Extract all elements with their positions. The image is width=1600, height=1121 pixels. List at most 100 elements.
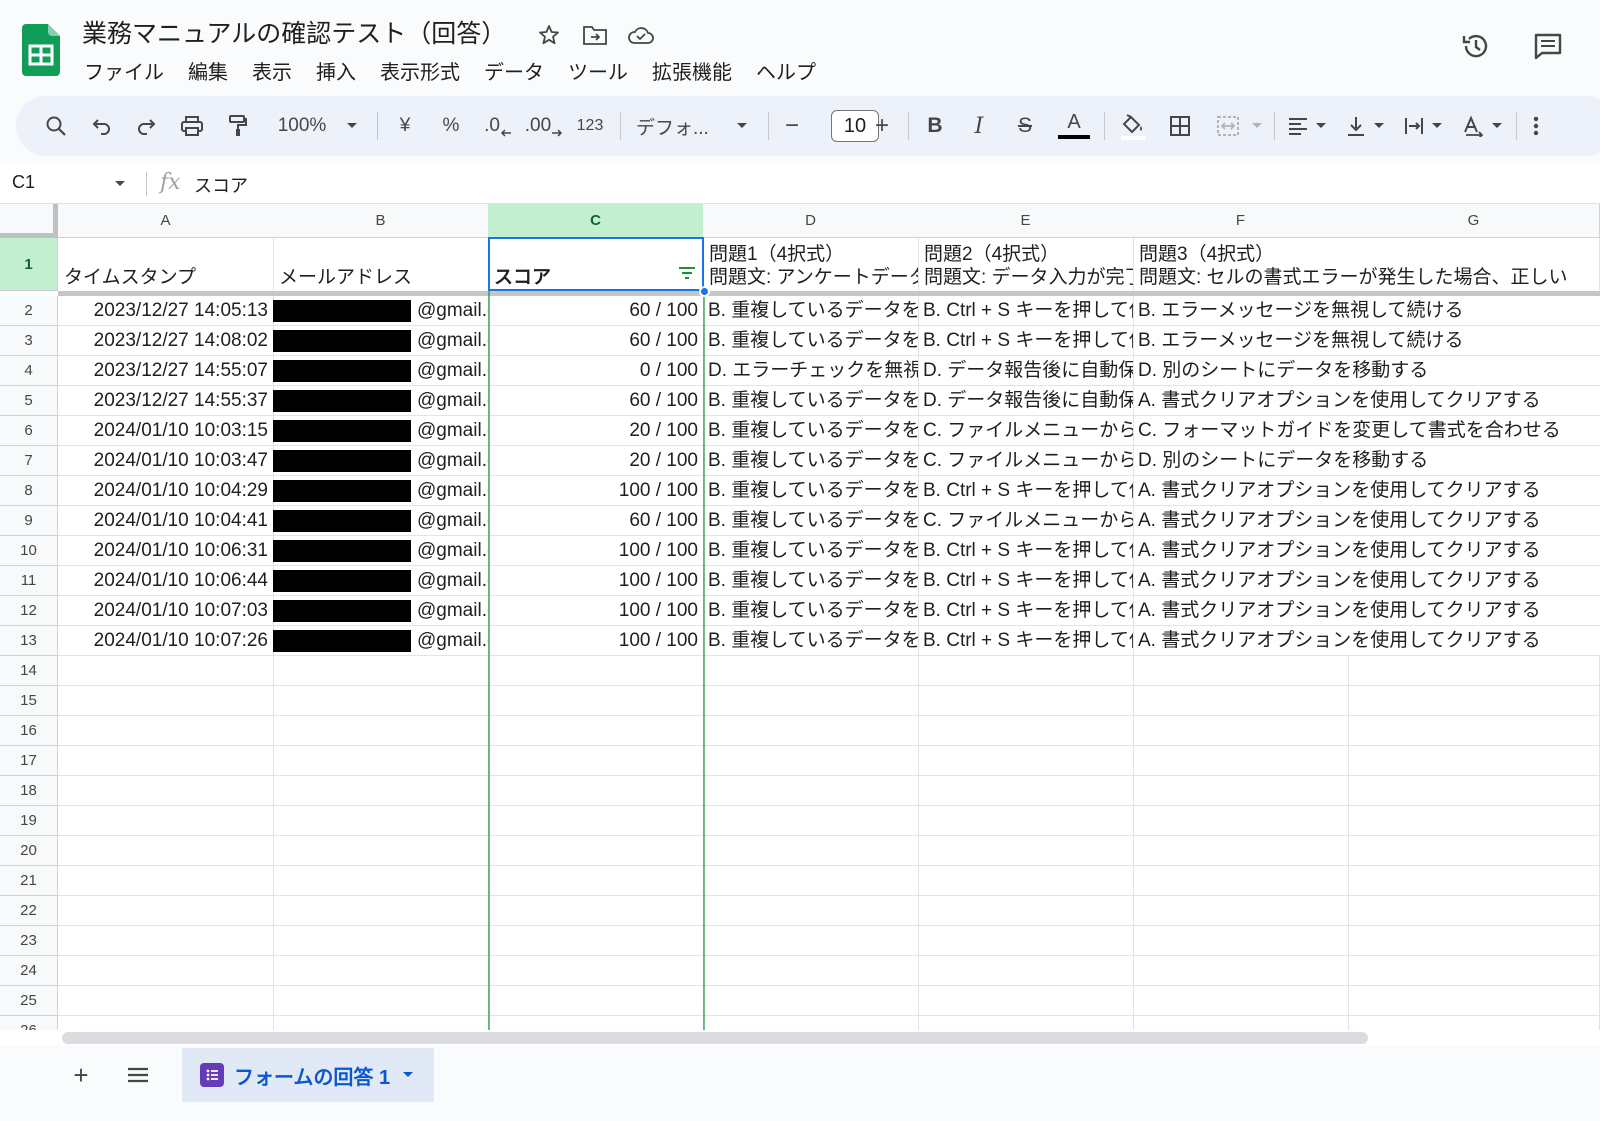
empty-cell[interactable] [488,866,704,896]
row-header[interactable]: 11 [0,566,58,596]
empty-cell[interactable] [488,986,704,1016]
empty-cell[interactable] [1133,926,1349,956]
row-header[interactable]: 24 [0,956,58,986]
cell-a[interactable]: 2023/12/27 14:55:07 [58,356,274,386]
column-header-a[interactable]: A [58,204,274,238]
cell-d[interactable]: D. エラーチェックを無視 [703,356,919,386]
cell-f[interactable]: A. 書式クリアオプションを使用してクリアする [1133,596,1600,626]
empty-cell[interactable] [273,986,489,1016]
cell-a[interactable]: 2024/01/10 10:06:44 [58,566,274,596]
row-header[interactable]: 20 [0,836,58,866]
row-header[interactable]: 4 [0,356,58,386]
zoom-select[interactable]: 100% [270,108,334,144]
text-rotation-icon[interactable] [1456,108,1492,144]
row-header[interactable]: 19 [0,806,58,836]
empty-cell[interactable] [58,986,274,1016]
cell-e[interactable]: C. ファイルメニューから [918,506,1134,536]
empty-cell[interactable] [1133,656,1349,686]
empty-cell[interactable] [703,986,919,1016]
empty-cell[interactable] [918,956,1134,986]
empty-cell[interactable] [703,716,919,746]
cell-a[interactable]: 2024/01/10 10:03:15 [58,416,274,446]
empty-cell[interactable] [1133,686,1349,716]
empty-cell[interactable] [58,866,274,896]
empty-cell[interactable] [1133,776,1349,806]
row-header[interactable]: 18 [0,776,58,806]
row-header[interactable]: 23 [0,926,58,956]
print-icon[interactable] [174,108,210,144]
cell-d[interactable]: B. 重複しているデータを [703,326,919,356]
document-title[interactable]: 業務マニュアルの確認テスト（回答） [82,14,506,50]
merge-cells-icon[interactable] [1210,108,1246,144]
cell-d[interactable]: B. 重複しているデータを [703,296,919,326]
vertical-align-icon[interactable] [1338,108,1374,144]
row-header-1[interactable]: 1 [0,238,58,291]
column-header-f[interactable]: F [1133,204,1349,238]
halign-caret-icon[interactable] [1312,108,1330,144]
cell-a[interactable]: 2024/01/10 10:07:26 [58,626,274,656]
text-color-button[interactable]: A [1054,108,1094,144]
empty-cell[interactable] [918,1016,1134,1030]
column-header-e[interactable]: E [918,204,1134,238]
font-select[interactable]: デフォ... [636,108,716,144]
empty-cell[interactable] [488,686,704,716]
menu-help[interactable]: ヘルプ [744,54,828,84]
cell-f[interactable]: A. 書式クリアオプションを使用してクリアする [1133,626,1600,656]
cell-f[interactable]: B. エラーメッセージを無視して続ける [1133,296,1600,326]
zoom-caret-icon[interactable] [340,108,364,144]
percent-format-button[interactable]: % [436,108,466,144]
empty-cell[interactable] [273,716,489,746]
cell-e[interactable]: C. ファイルメニューから [918,416,1134,446]
row-header[interactable]: 10 [0,536,58,566]
comments-icon[interactable] [1528,26,1568,66]
cell-f[interactable]: D. 別のシートにデータを移動する [1133,446,1600,476]
menu-tools[interactable]: ツール [556,54,640,84]
menu-insert[interactable]: 挿入 [304,54,368,84]
column-header-d[interactable]: D [703,204,919,238]
horizontal-scrollbar-thumb[interactable] [62,1032,1368,1044]
row-header[interactable]: 3 [0,326,58,356]
cell-e[interactable]: B. Ctrl + S キーを押して保 [918,296,1134,326]
column-header-b[interactable]: B [273,204,489,238]
empty-cell[interactable] [488,896,704,926]
cell-c[interactable]: 100 / 100 [488,476,704,506]
name-box-caret-icon[interactable] [114,180,126,188]
cell-a[interactable]: 2023/12/27 14:08:02 [58,326,274,356]
empty-cell[interactable] [273,806,489,836]
name-box[interactable]: C1 [12,172,35,193]
cell-e[interactable]: C. ファイルメニューから [918,446,1134,476]
cell-f[interactable]: B. エラーメッセージを無視して続ける [1133,326,1600,356]
empty-cell[interactable] [918,686,1134,716]
cell-d[interactable]: B. 重複しているデータを [703,596,919,626]
cell-f[interactable]: D. 別のシートにデータを移動する [1133,356,1600,386]
row-header[interactable]: 26 [0,1016,58,1030]
row-header[interactable]: 21 [0,866,58,896]
cell-d[interactable]: B. 重複しているデータを [703,536,919,566]
font-caret-icon[interactable] [730,108,754,144]
empty-cell[interactable] [488,656,704,686]
search-menus-icon[interactable] [38,108,74,144]
menu-file[interactable]: ファイル [72,54,176,84]
cell-f[interactable]: C. フォーマットガイドを変更して書式を合わせる [1133,416,1600,446]
cell-c[interactable]: 0 / 100 [488,356,704,386]
more-options-icon[interactable] [1526,108,1546,144]
cell-e[interactable]: D. データ報告後に自動保 [918,386,1134,416]
empty-cell[interactable] [1348,806,1600,836]
empty-cell[interactable] [1133,836,1349,866]
empty-cell[interactable] [703,926,919,956]
row-header[interactable]: 25 [0,986,58,1016]
row-header[interactable]: 2 [0,296,58,326]
empty-cell[interactable] [273,896,489,926]
empty-cell[interactable] [488,806,704,836]
empty-cell[interactable] [918,656,1134,686]
row-header[interactable]: 14 [0,656,58,686]
empty-cell[interactable] [703,836,919,866]
row-header[interactable]: 15 [0,686,58,716]
cell-c[interactable]: 60 / 100 [488,326,704,356]
empty-cell[interactable] [58,896,274,926]
all-sheets-icon[interactable] [122,1060,154,1090]
fill-handle[interactable] [699,286,710,297]
empty-cell[interactable] [58,806,274,836]
empty-cell[interactable] [1348,896,1600,926]
cell-d[interactable]: B. 重複しているデータを [703,446,919,476]
